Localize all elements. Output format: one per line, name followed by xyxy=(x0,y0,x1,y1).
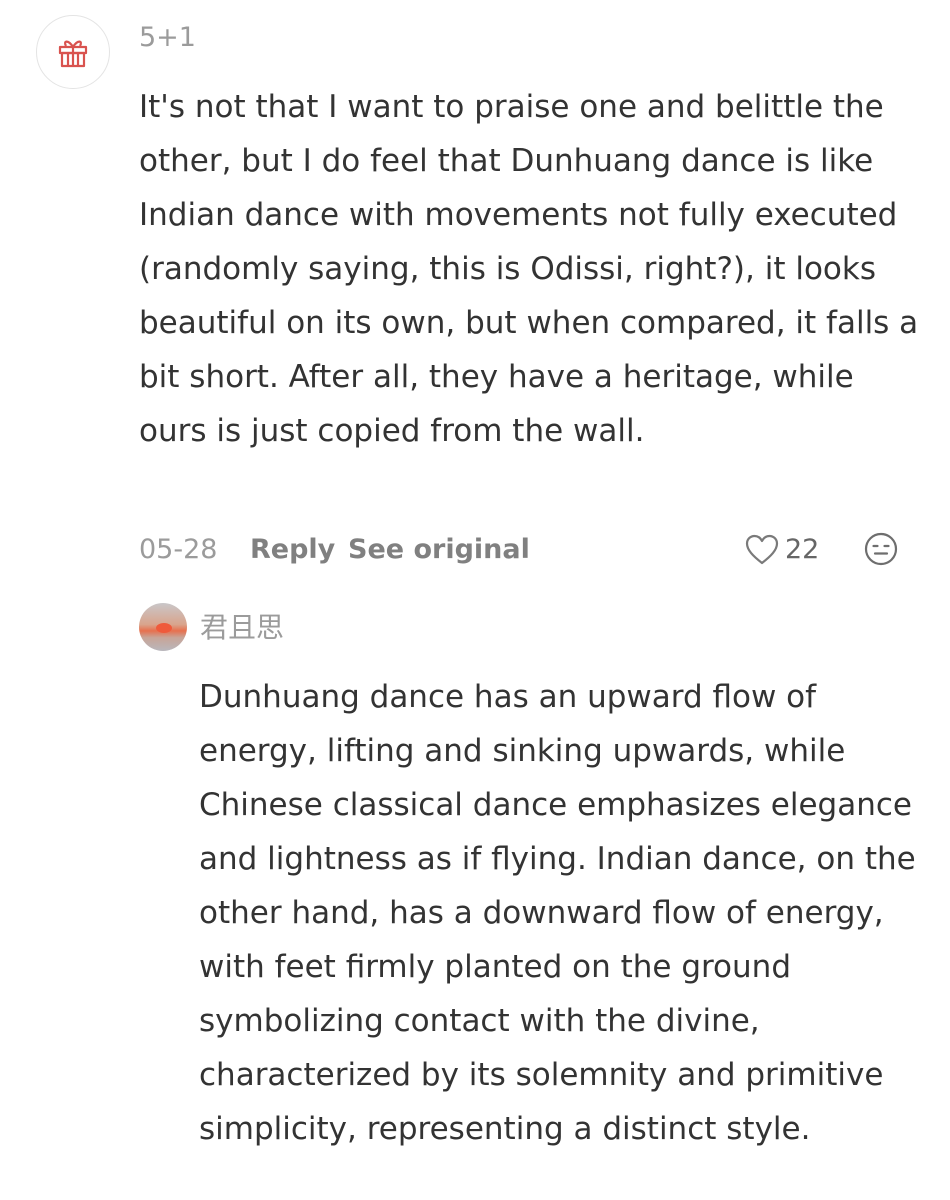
comment-date: 05-28 xyxy=(139,534,218,565)
like-count: 22 xyxy=(785,534,820,565)
gift-icon xyxy=(58,40,88,68)
emoji-face-icon[interactable] xyxy=(863,531,899,567)
user-avatar[interactable] xyxy=(36,15,110,89)
reply-avatar[interactable] xyxy=(139,603,187,651)
sunset-image xyxy=(156,623,172,633)
like-button[interactable]: 22 xyxy=(745,528,819,572)
heart-icon xyxy=(745,534,779,565)
comment-username[interactable]: 5+1 xyxy=(139,18,196,58)
comment-text: It's not that I want to praise one and b… xyxy=(139,89,919,449)
reply-text: Dunhuang dance has an upward flow of ene… xyxy=(199,679,916,1147)
comment-actions: 05-28 Reply See original 22 xyxy=(139,528,909,572)
reply-username[interactable]: 君且思 xyxy=(200,606,284,650)
reply-button[interactable]: Reply xyxy=(250,528,335,572)
see-original-button[interactable]: See original xyxy=(348,528,530,572)
